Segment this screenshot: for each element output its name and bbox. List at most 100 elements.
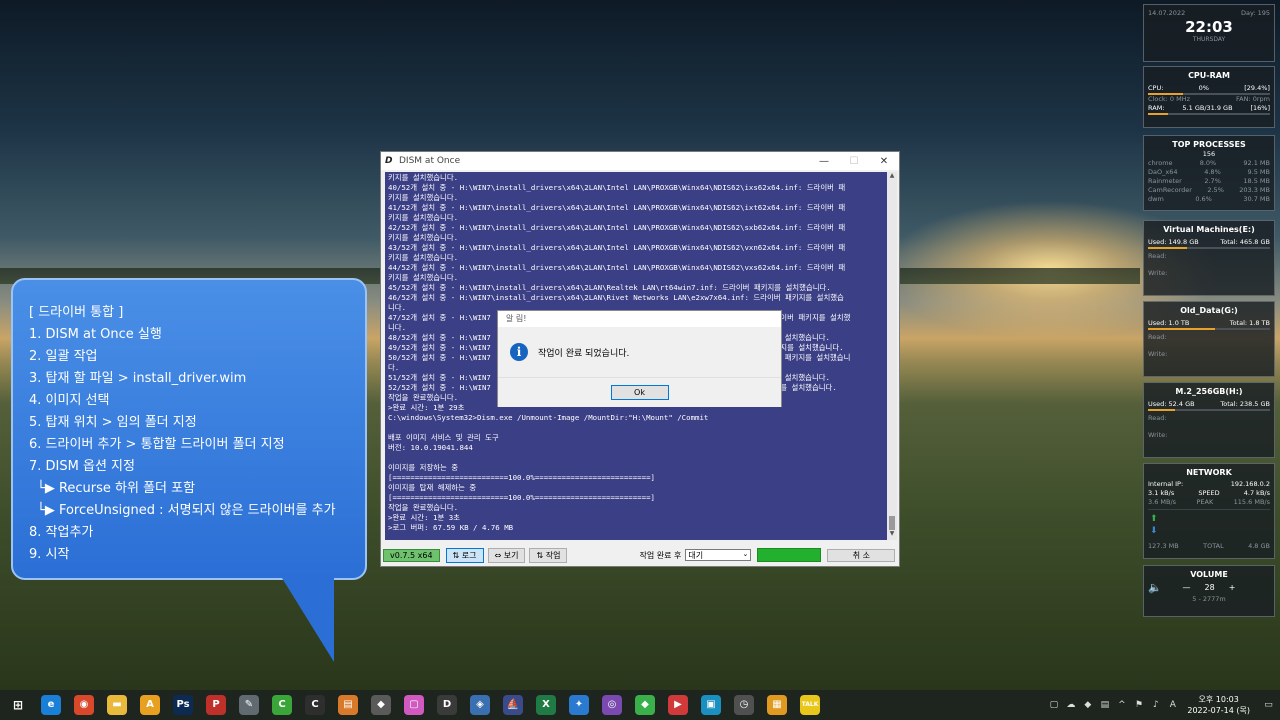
scroll-down-icon[interactable]: ▼ xyxy=(887,530,897,540)
disk-write: Write: xyxy=(1148,269,1168,277)
chrome-icon[interactable]: ◉ xyxy=(74,695,94,715)
scroll-up-icon[interactable]: ▲ xyxy=(887,172,897,182)
total-out: 4.8 GB xyxy=(1248,542,1270,550)
console-line: 키지를 설치했습니다. xyxy=(388,253,459,262)
ram-label: RAM: xyxy=(1148,104,1165,112)
maximize-button[interactable]: ☐ xyxy=(839,156,869,167)
app-disc-icon[interactable]: ◎ xyxy=(602,695,622,715)
console-line: 키지를 설치했습니다. xyxy=(388,173,459,182)
process-cpu: 8.0% xyxy=(1199,159,1217,167)
cpu-fan: FAN: 0rpm xyxy=(1236,95,1270,103)
console-line: 키지를 설치했습니다. xyxy=(388,273,459,282)
app-scan-icon[interactable]: ✎ xyxy=(239,695,259,715)
console-line: 작업을 완료했습니다. xyxy=(388,503,459,512)
disk-total: Total: 1.8 TB xyxy=(1229,319,1270,327)
disk-write: Write: xyxy=(1148,350,1168,358)
view-button[interactable]: ⇔ 보기 xyxy=(487,547,526,563)
process-name: chrome xyxy=(1148,159,1173,167)
pdf-icon[interactable]: P xyxy=(206,695,226,715)
app-green-icon[interactable]: ◆ xyxy=(635,695,655,715)
console-line: 42/52개 설치 중 - H:\WIN7\install_drivers\x6… xyxy=(388,223,846,232)
camtasia-icon[interactable]: C xyxy=(272,695,292,715)
disk-used: Used: 1.0 TB xyxy=(1148,319,1190,327)
notification-icon[interactable]: ▭ xyxy=(1263,700,1274,711)
disk-bar-fill xyxy=(1148,328,1216,330)
instruction-item: └▶ Recurse 하위 폴더 포함 xyxy=(37,481,196,496)
tray-volume-icon[interactable]: ♪ xyxy=(1150,700,1161,711)
tray-chevron-icon[interactable]: ^ xyxy=(1116,700,1127,711)
instruction-item: [ 드라이버 통합 ] xyxy=(29,305,124,320)
cancel-button[interactable]: 취 소 xyxy=(827,548,896,562)
volume-up-button[interactable]: + xyxy=(1229,583,1236,592)
process-cpu: 4.8% xyxy=(1204,168,1221,176)
app-blue-icon[interactable]: ▣ xyxy=(701,695,721,715)
dialog-message: 작업이 완료 되었습니다. xyxy=(538,348,630,359)
app-red-icon[interactable]: ▶ xyxy=(668,695,688,715)
volume-gadget[interactable]: VOLUME 🔈 — 28 + 5 - 2777m xyxy=(1143,565,1275,617)
tray-keyboard-icon[interactable]: A xyxy=(1167,700,1178,711)
minimize-button[interactable]: — xyxy=(809,156,839,167)
disk-bar xyxy=(1148,328,1270,330)
speed-label: SPEED xyxy=(1198,489,1220,497)
disk-bar-fill xyxy=(1148,247,1188,249)
arrow-down-icon: ⬇ xyxy=(1150,526,1158,536)
app-pink-icon[interactable]: ▢ xyxy=(404,695,424,715)
file-explorer-icon[interactable]: ▬ xyxy=(107,695,127,715)
process-name: Rainmeter xyxy=(1148,177,1182,185)
app-shield-icon[interactable]: ◈ xyxy=(470,695,490,715)
instruction-item: └▶ ForceUnsigned : 서명되지 않은 드라이버를 추가 xyxy=(37,503,336,518)
console-line: [==========================100.0%=======… xyxy=(388,473,655,482)
after-complete-value: 대기 xyxy=(688,551,704,560)
photoshop-icon[interactable]: Ps xyxy=(173,695,193,715)
app-doc-icon[interactable]: ▤ xyxy=(338,695,358,715)
process-row: DaO_x64 4.8% 9.5 MB xyxy=(1144,168,1274,177)
windows-start-icon[interactable]: ⊞ xyxy=(8,695,28,715)
scroll-thumb[interactable] xyxy=(889,516,895,530)
edge-icon[interactable]: e xyxy=(41,695,61,715)
console-line: 키지를 설치했습니다. xyxy=(388,213,459,222)
log-button[interactable]: ⇅ 로그 xyxy=(445,547,484,563)
console-line: 46/52개 설치 중 - H:\WIN7\install_drivers\x6… xyxy=(388,293,844,302)
app-net-icon[interactable]: ✦ xyxy=(569,695,589,715)
app-diamond-icon[interactable]: ◆ xyxy=(371,695,391,715)
app-c-icon[interactable]: C xyxy=(305,695,325,715)
dialog-body: i 작업이 완료 되었습니다. xyxy=(498,327,781,377)
after-complete-select[interactable]: 대기 ⌄ xyxy=(685,549,752,561)
dialog-footer: Ok xyxy=(498,377,781,407)
notification-dialog[interactable]: 알 림! i 작업이 완료 되었습니다. Ok xyxy=(497,310,782,407)
instruction-item: 2. 일괄 작업 xyxy=(29,349,98,364)
console-line: [==========================100.0%=======… xyxy=(388,493,655,502)
tray-window-icon[interactable]: ▢ xyxy=(1048,700,1059,711)
task-button[interactable]: ⇅ 작업 xyxy=(529,547,568,563)
version-badge: v0.7.5 x64 xyxy=(383,548,440,562)
gadget-date: 14.07.2022 xyxy=(1148,9,1186,17)
console-scrollbar[interactable]: ▲ ▼ xyxy=(887,172,897,540)
excel-icon[interactable]: X xyxy=(536,695,556,715)
tray-drop-icon[interactable]: ◆ xyxy=(1082,700,1093,711)
tray-flag-icon[interactable]: ⚑ xyxy=(1133,700,1144,711)
disk-bar xyxy=(1148,409,1270,411)
console-line: 44/52개 설치 중 - H:\WIN7\install_drivers\x6… xyxy=(388,263,846,272)
cpu-ram-title: CPU-RAM xyxy=(1188,71,1230,80)
volume-down-button[interactable]: — xyxy=(1183,583,1191,592)
app-ship-icon[interactable]: ⛵ xyxy=(503,695,523,715)
cpu-ram-gadget: CPU-RAM CPU: 0% [29.4%] Clock: 0 MHz FAN… xyxy=(1143,66,1275,128)
app-clock-icon[interactable]: ◷ xyxy=(734,695,754,715)
speaker-icon[interactable]: 🔈 xyxy=(1148,581,1162,594)
tray-cloud-icon[interactable]: ☁ xyxy=(1065,700,1076,711)
process-list: chrome 8.0% 92.1 MB DaO_x64 4.8% 9.5 MB Rainme… xyxy=(1144,159,1274,204)
dism-icon[interactable]: D xyxy=(437,695,457,715)
disk-gadget: Virtual Machines(E:) Used: 149.8 GB Total:… xyxy=(1143,220,1275,296)
bottom-toolbar: v0.7.5 x64 ⇅ 로그 ⇔ 보기 ⇅ 작업 작업 완료 후 대기 ⌄ 취 … xyxy=(383,546,897,564)
taskbar-clock[interactable]: 오후 10:03 2022-07-14 (목) xyxy=(1187,694,1250,716)
title-bar[interactable]: D DISM at Once — ☐ ✕ xyxy=(381,152,899,170)
kakaotalk-icon[interactable]: TALK xyxy=(800,695,820,715)
app-box-icon[interactable]: ▦ xyxy=(767,695,787,715)
close-button[interactable]: ✕ xyxy=(869,156,899,167)
instruction-item: 5. 탑재 위치 > 임의 폴더 지정 xyxy=(29,415,197,430)
app-a-icon[interactable]: A xyxy=(140,695,160,715)
tray-network-icon[interactable]: ▤ xyxy=(1099,700,1110,711)
system-tray: ▢ ☁ ◆ ▤ ^ ⚑ ♪ A 오후 10:03 2022-07-14 (목) … xyxy=(1045,690,1280,720)
disk-gadget: Old_Data(G:) Used: 1.0 TB Total: 1.8 TB Rea… xyxy=(1143,301,1275,377)
ok-button[interactable]: Ok xyxy=(610,385,669,400)
